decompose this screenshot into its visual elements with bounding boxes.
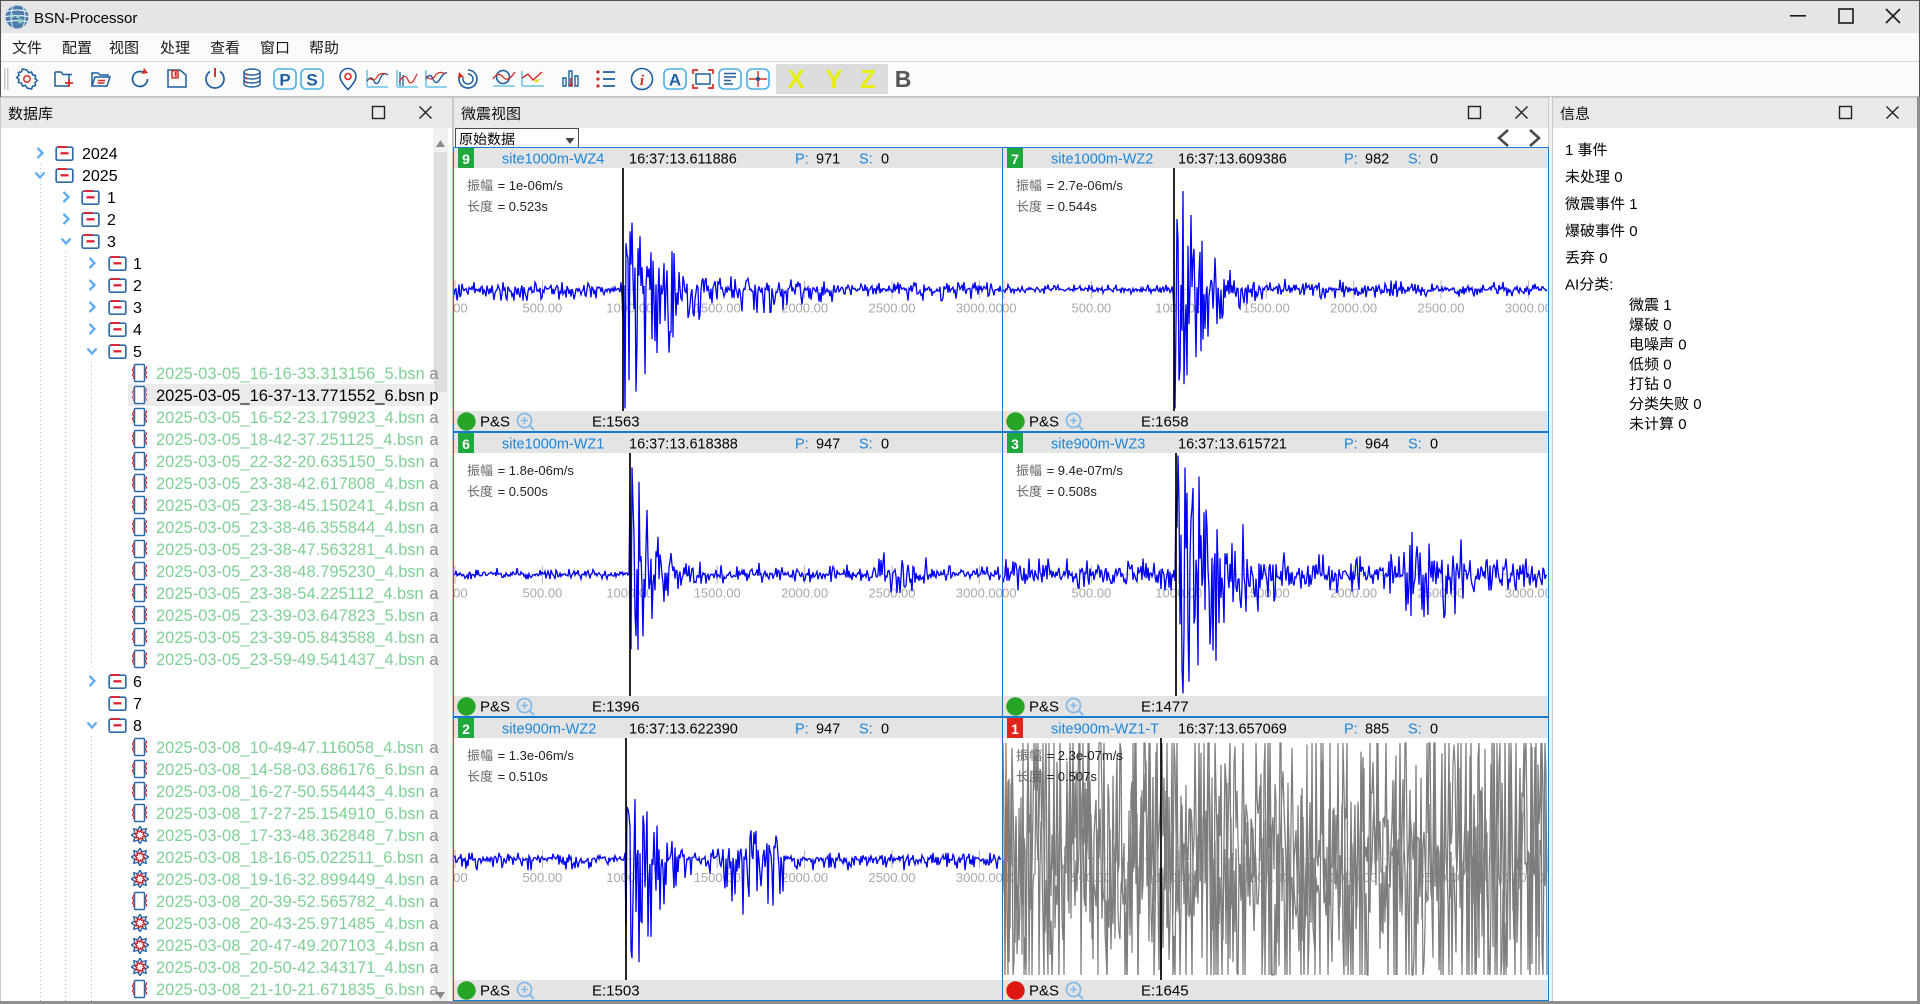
svg-text:3000.00: 3000.00 (1505, 586, 1548, 601)
svg-text:1500.00: 1500.00 (1243, 301, 1290, 316)
svg-text:500.00: 500.00 (1072, 301, 1112, 316)
svg-text:Z: Z (860, 66, 876, 92)
svg-text:Y: Y (825, 66, 842, 92)
svg-text:500.00: 500.00 (523, 870, 563, 885)
svg-text:1500.00: 1500.00 (694, 586, 741, 601)
svg-text:A: A (669, 71, 681, 90)
svg-text:2000.00: 2000.00 (1330, 301, 1377, 316)
svg-text:2500.00: 2500.00 (1418, 301, 1465, 316)
svg-text:1500.00: 1500.00 (1243, 586, 1290, 601)
svg-text:500.00: 500.00 (523, 301, 563, 316)
svg-text:B: B (895, 66, 912, 92)
svg-text:0.00: 0.00 (454, 301, 468, 316)
svg-text:0.00: 0.00 (1003, 301, 1017, 316)
svg-text:0.00: 0.00 (1003, 586, 1017, 601)
svg-text:2500.00: 2500.00 (869, 301, 916, 316)
svg-text:X: X (787, 66, 805, 92)
svg-text:0.00: 0.00 (454, 586, 468, 601)
svg-text:0.00: 0.00 (454, 870, 468, 885)
svg-text:2000.00: 2000.00 (781, 870, 828, 885)
svg-text:P: P (279, 71, 290, 90)
svg-text:i: i (640, 73, 645, 89)
svg-text:3000.00: 3000.00 (956, 586, 1002, 601)
svg-text:3000.00: 3000.00 (956, 301, 1002, 316)
svg-text:3000.00: 3000.00 (956, 870, 1002, 885)
svg-text:2500.00: 2500.00 (869, 870, 916, 885)
svg-text:S: S (306, 71, 317, 90)
svg-text:2000.00: 2000.00 (781, 586, 828, 601)
svg-text:500.00: 500.00 (523, 586, 563, 601)
svg-text:2000.00: 2000.00 (781, 301, 828, 316)
svg-text:3000.00: 3000.00 (1505, 301, 1548, 316)
